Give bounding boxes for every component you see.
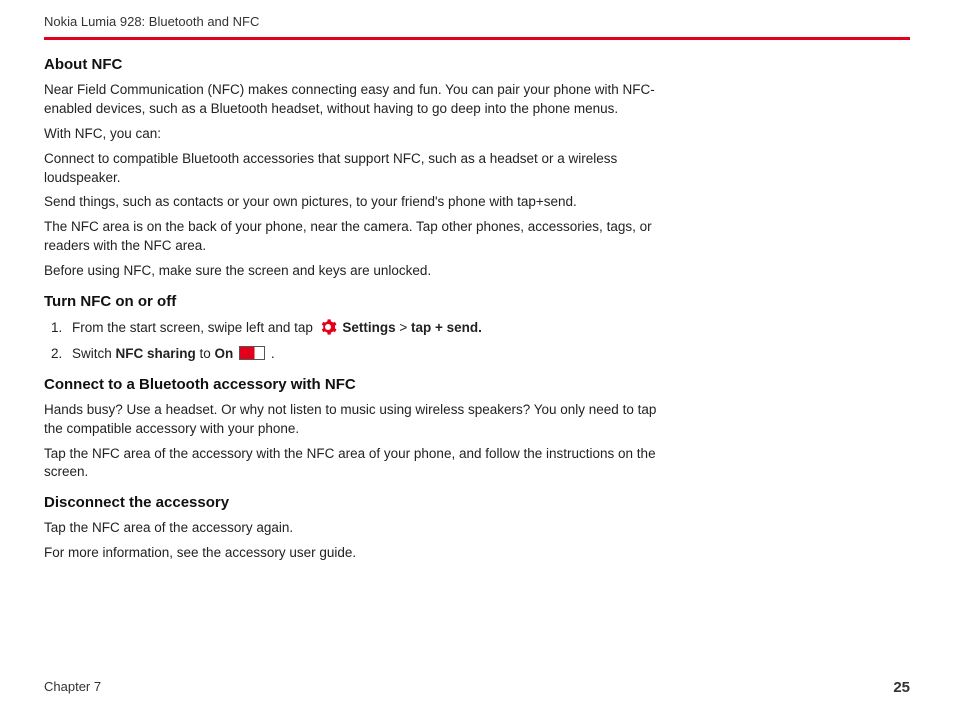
- settings-label: Settings: [342, 320, 395, 335]
- paragraph: Before using NFC, make sure the screen a…: [44, 262, 664, 281]
- heading-turn-nfc: Turn NFC on or off: [44, 291, 664, 312]
- page-content: About NFC Near Field Communication (NFC)…: [44, 54, 664, 563]
- paragraph: Connect to compatible Bluetooth accessor…: [44, 150, 664, 188]
- heading-about-nfc: About NFC: [44, 54, 664, 75]
- page-number: 25: [893, 679, 910, 696]
- separator: >: [396, 320, 411, 335]
- step-text: to: [196, 346, 215, 361]
- step-text: From the start screen, swipe left and ta…: [72, 320, 317, 335]
- page-footer: Chapter 7 25: [44, 679, 910, 696]
- paragraph: Tap the NFC area of the accessory again.: [44, 519, 664, 538]
- paragraph: Near Field Communication (NFC) makes con…: [44, 81, 664, 119]
- paragraph: For more information, see the accessory …: [44, 544, 664, 563]
- toggle-on-icon: [239, 346, 265, 360]
- heading-disconnect: Disconnect the accessory: [44, 492, 664, 513]
- header-rule: [44, 37, 910, 40]
- chapter-label: Chapter 7: [44, 679, 101, 694]
- paragraph: The NFC area is on the back of your phon…: [44, 218, 664, 256]
- tap-send-label: tap + send.: [411, 320, 482, 335]
- on-label: On: [215, 346, 234, 361]
- steps-list: From the start screen, swipe left and ta…: [44, 318, 664, 364]
- running-head: Nokia Lumia 928: Bluetooth and NFC: [44, 14, 910, 37]
- paragraph: Tap the NFC area of the accessory with t…: [44, 445, 664, 483]
- step-1: From the start screen, swipe left and ta…: [66, 318, 664, 342]
- step-2: Switch NFC sharing to On .: [66, 345, 664, 364]
- step-text: .: [267, 346, 275, 361]
- settings-gear-icon: [319, 318, 337, 342]
- paragraph: With NFC, you can:: [44, 125, 664, 144]
- paragraph: Send things, such as contacts or your ow…: [44, 193, 664, 212]
- step-text: Switch: [72, 346, 116, 361]
- heading-connect-bt: Connect to a Bluetooth accessory with NF…: [44, 374, 664, 395]
- nfc-sharing-label: NFC sharing: [116, 346, 196, 361]
- paragraph: Hands busy? Use a headset. Or why not li…: [44, 401, 664, 439]
